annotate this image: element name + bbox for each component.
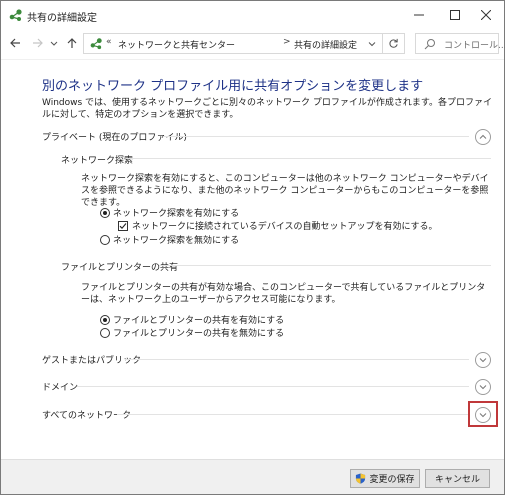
radio-sharing-on-label[interactable]: ファイルとプリンターの共有を有効にする xyxy=(113,313,284,326)
breadcrumb-advanced-sharing[interactable]: 共有の詳細設定 xyxy=(294,38,357,51)
arrow-right-icon xyxy=(33,38,43,48)
checkmark-icon xyxy=(119,222,127,229)
breadcrumb-overflow[interactable]: « xyxy=(106,37,112,47)
cancel-label: キャンセル xyxy=(434,475,480,485)
collapse-private-button[interactable] xyxy=(475,129,491,145)
refresh-button[interactable] xyxy=(383,33,405,54)
minimize-icon xyxy=(414,14,424,16)
expand-domain-button[interactable] xyxy=(475,379,491,395)
radio-discovery-off-label[interactable]: ネットワーク探索を無効にする xyxy=(113,233,239,246)
refresh-icon xyxy=(389,38,398,48)
footer-bar: 変更の保存 キャンセル xyxy=(1,459,504,494)
back-button[interactable] xyxy=(7,35,23,51)
radio-discovery-off[interactable]: ネットワーク探索を無効にする xyxy=(100,233,239,246)
section-divider xyxy=(77,386,469,387)
breadcrumb-network-center[interactable]: ネットワークと共有センター xyxy=(118,38,235,51)
breadcrumb-separator[interactable]: > xyxy=(283,37,291,47)
network-discovery-description: ネットワーク探索を有効にすると、このコンピューターは他のネットワーク コンピュー… xyxy=(81,174,489,208)
search-placeholder: コントロール... xyxy=(444,41,505,51)
radio-unselected[interactable] xyxy=(100,234,110,245)
section-divider xyxy=(163,136,469,137)
radio-selected[interactable] xyxy=(100,314,110,325)
save-changes-label: 変更の保存 xyxy=(369,475,415,485)
network-discovery-title: ネットワーク探索 xyxy=(61,156,134,166)
maximize-icon xyxy=(450,10,460,20)
arrow-left-icon xyxy=(10,38,20,48)
forward-button[interactable] xyxy=(30,35,46,51)
radio-discovery-on[interactable]: ネットワーク探索を有効にする xyxy=(100,206,239,219)
subsection-divider xyxy=(127,158,491,159)
checkbox-auto-setup-label[interactable]: ネットワークに接続されているデバイスの自動セットアップを有効にする。 xyxy=(132,219,438,232)
window-title: 共有の詳細設定 xyxy=(27,13,97,24)
shield-icon xyxy=(356,473,366,484)
address-bar[interactable]: « ネットワークと共有センター > 共有の詳細設定 xyxy=(83,33,383,54)
checkbox-auto-setup[interactable]: ネットワークに接続されているデバイスの自動セットアップを有効にする。 xyxy=(118,219,438,232)
chevron-up-icon xyxy=(479,134,487,139)
radio-sharing-off-label[interactable]: ファイルとプリンターの共有を無効にする xyxy=(113,326,284,339)
radio-sharing-on[interactable]: ファイルとプリンターの共有を有効にする xyxy=(100,313,284,326)
navigation-bar: « ネットワークと共有センター > 共有の詳細設定 コントロール... xyxy=(1,29,505,57)
file-sharing-description: ファイルとプリンターの共有が有効な場合、このコンピューターで共有しているファイル… xyxy=(81,283,486,305)
search-input[interactable]: コントロール... xyxy=(415,33,505,54)
arrow-up-icon xyxy=(67,38,77,48)
minimize-button[interactable] xyxy=(401,1,437,29)
radio-sharing-off[interactable]: ファイルとプリンターの共有を無効にする xyxy=(100,326,284,339)
section-divider xyxy=(117,414,469,415)
radio-discovery-on-label[interactable]: ネットワーク探索を有効にする xyxy=(113,206,239,219)
search-icon xyxy=(424,39,435,50)
subsection-divider xyxy=(159,265,491,266)
radio-selected[interactable] xyxy=(100,207,110,218)
page-title: 別のネットワーク プロファイル用に共有オプションを変更します xyxy=(42,79,424,94)
up-button[interactable] xyxy=(64,35,80,51)
chevron-down-icon xyxy=(479,385,487,390)
chevron-down-icon xyxy=(50,41,58,46)
chevron-down-icon xyxy=(479,358,487,363)
recent-locations-button[interactable] xyxy=(49,35,59,51)
cancel-button[interactable]: キャンセル xyxy=(425,469,490,488)
network-icon xyxy=(9,9,22,21)
close-icon xyxy=(481,10,491,20)
main-content: 別のネットワーク プロファイル用に共有オプションを変更します Windows で… xyxy=(1,61,504,459)
radio-unselected[interactable] xyxy=(100,327,110,338)
section-divider xyxy=(125,359,469,360)
expand-guest-button[interactable] xyxy=(475,352,491,368)
network-icon xyxy=(90,38,102,50)
save-changes-button[interactable]: 変更の保存 xyxy=(350,469,420,488)
checkbox-checked[interactable] xyxy=(118,220,128,231)
close-button[interactable] xyxy=(468,1,504,29)
file-sharing-title: ファイルとプリンターの共有 xyxy=(61,263,179,273)
chevron-down-icon[interactable] xyxy=(366,38,378,50)
window: 共有の詳細設定 « ネットワークと共有センター > 共有の詳細設定 コントロール… xyxy=(0,0,505,495)
section-domain-label[interactable]: ドメイン xyxy=(42,380,78,393)
divider xyxy=(1,59,504,60)
page-intro: Windows では、使用するネットワークごとに別々のネットワーク プロファイル… xyxy=(42,98,492,120)
title-bar: 共有の詳細設定 xyxy=(1,1,504,29)
focus-highlight xyxy=(468,401,498,427)
